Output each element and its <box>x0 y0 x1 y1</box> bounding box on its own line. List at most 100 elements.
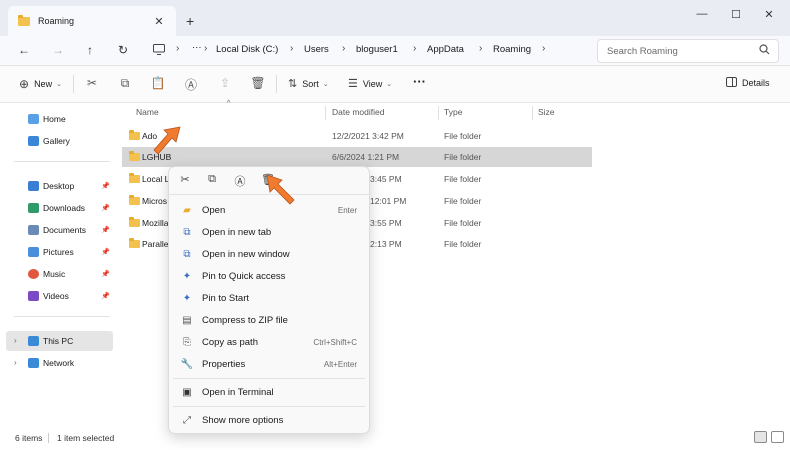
forward-button[interactable]: → <box>50 43 66 57</box>
file-explorer-window: Roaming ✕ + — ☐ ✕ ← → ↑ ↻ › ··· › Local … <box>0 0 790 450</box>
maximize-button[interactable]: ☐ <box>726 8 746 21</box>
file-date: 12/2/2021 3:42 PM <box>332 131 404 141</box>
breadcrumb-separator: › <box>342 43 346 54</box>
close-window-button[interactable]: ✕ <box>759 8 779 21</box>
menu-item-label: Open in new window <box>202 249 290 260</box>
delete-icon[interactable]: 🗑 <box>250 76 266 90</box>
properties-icon: 🔧 <box>180 359 194 370</box>
new-button[interactable]: ⊕ New ⌄ <box>19 77 62 91</box>
menu-item-compress-zip[interactable]: ▤ Compress to ZIP file <box>173 310 365 331</box>
chevron-down-icon: ⌄ <box>322 80 329 88</box>
pin-icon: ✦ <box>182 271 192 282</box>
column-header-date[interactable]: Date modified <box>332 107 384 117</box>
breadcrumb-roaming[interactable]: Roaming <box>493 44 531 55</box>
pin-icon: 📌 <box>101 205 110 212</box>
breadcrumb-more[interactable]: ··· <box>192 42 202 53</box>
sidebar-item-pictures[interactable]: Pictures 📌 <box>28 242 114 262</box>
menu-item-open-new-window[interactable]: ⧉ Open in new window <box>173 244 365 265</box>
view-icon: ☰ <box>348 78 358 90</box>
table-row[interactable]: LGHUB 6/6/2024 1:21 PM File folder <box>122 147 592 167</box>
file-date: 6/6/2024 1:21 PM <box>332 152 400 162</box>
column-header-name[interactable]: Name <box>136 107 159 117</box>
column-header-type[interactable]: Type <box>444 107 462 117</box>
menu-item-shortcut: Ctrl+Shift+C <box>313 338 357 347</box>
share-icon[interactable]: ⇪ <box>217 76 233 90</box>
file-type: File folder <box>444 174 482 184</box>
up-button[interactable]: ↑ <box>82 43 98 57</box>
menu-item-properties[interactable]: 🔧 Properties Alt+Enter <box>173 354 365 375</box>
close-tab-icon[interactable]: ✕ <box>152 15 166 28</box>
sidebar-item-network[interactable]: › Network <box>6 353 120 373</box>
file-name: Local L <box>142 174 170 184</box>
tiles-view-icon[interactable] <box>771 431 784 443</box>
table-row[interactable]: Ado 12/2/2021 3:42 PM File folder <box>122 126 592 146</box>
copy-icon[interactable]: ⧉ <box>203 173 221 186</box>
breadcrumb-separator: › <box>204 43 208 54</box>
network-icon <box>28 358 39 368</box>
show-more-icon: ⤢ <box>183 415 191 426</box>
rename-icon[interactable]: Ⓐ <box>231 173 249 189</box>
menu-item-pin-start[interactable]: ✦ Pin to Start <box>173 288 365 309</box>
details-button[interactable]: Details <box>726 77 770 89</box>
details-view-icon[interactable] <box>754 431 767 443</box>
breadcrumb-users[interactable]: Users <box>304 44 329 55</box>
menu-item-copy-path[interactable]: ⎘ Copy as path Ctrl+Shift+C <box>173 332 365 353</box>
back-button[interactable]: ← <box>16 43 32 57</box>
cut-icon[interactable]: ✂ <box>84 76 100 90</box>
sidebar-item-desktop[interactable]: Desktop 📌 <box>28 176 114 196</box>
sidebar-item-label: Videos <box>43 291 69 301</box>
breadcrumb-separator: › <box>479 43 483 54</box>
sort-button[interactable]: ⇅ Sort ⌄ <box>288 77 329 90</box>
copy-icon[interactable]: ⧉ <box>117 76 133 91</box>
paste-icon[interactable]: 📋 <box>150 76 166 90</box>
folder-icon <box>129 173 140 183</box>
chevron-down-icon: ⌄ <box>386 80 393 88</box>
sidebar-item-downloads[interactable]: Downloads 📌 <box>28 198 114 218</box>
cut-icon[interactable]: ✂ <box>176 173 194 186</box>
search-input[interactable]: Search Roaming <box>597 39 779 63</box>
column-divider[interactable] <box>532 106 533 120</box>
column-divider[interactable] <box>438 106 439 120</box>
monitor-icon[interactable] <box>151 44 167 58</box>
sort-label: Sort <box>302 78 319 89</box>
pin-icon: 📌 <box>101 183 110 190</box>
refresh-button[interactable]: ↻ <box>115 43 131 57</box>
breadcrumb-local-disk[interactable]: Local Disk (C:) <box>216 44 278 55</box>
menu-item-label: Open in Terminal <box>202 387 274 398</box>
folder-icon <box>129 151 140 161</box>
sidebar-item-label: Network <box>43 358 75 368</box>
pin-icon: 📌 <box>101 271 110 278</box>
new-tab-button[interactable]: + <box>186 13 194 29</box>
tab-title: Roaming <box>38 16 75 26</box>
rename-icon[interactable]: Ⓐ <box>183 76 199 93</box>
tab-roaming[interactable]: Roaming ✕ <box>8 6 176 36</box>
sidebar-item-videos[interactable]: Videos 📌 <box>28 286 114 306</box>
minimize-button[interactable]: — <box>692 8 712 20</box>
divider <box>48 433 49 443</box>
title-bar: Roaming ✕ + — ☐ ✕ <box>0 0 790 36</box>
breadcrumb-separator: › <box>413 43 417 54</box>
divider <box>14 161 110 162</box>
view-button[interactable]: ☰ View ⌄ <box>348 77 392 90</box>
file-name: Micros <box>142 196 168 206</box>
column-divider[interactable] <box>325 106 326 120</box>
column-header-size[interactable]: Size <box>538 107 555 117</box>
menu-item-pin-quick-access[interactable]: ✦ Pin to Quick access <box>173 266 365 287</box>
menu-item-open-terminal[interactable]: ▣ Open in Terminal <box>173 382 365 403</box>
sidebar-item-this-pc[interactable]: › This PC <box>6 331 113 351</box>
terminal-icon: ▣ <box>182 387 192 398</box>
file-type: File folder <box>444 152 482 162</box>
menu-item-show-more-options[interactable]: ⤢ Show more options <box>173 410 365 431</box>
breadcrumb-appdata[interactable]: AppData <box>427 44 464 55</box>
file-date: 3:55 PM <box>370 218 402 228</box>
this-pc-icon <box>28 336 39 346</box>
breadcrumb-bloguser1[interactable]: bloguser1 <box>356 44 398 55</box>
folder-icon <box>129 130 140 140</box>
menu-item-shortcut: Enter <box>337 206 357 215</box>
sidebar-item-music[interactable]: Music 📌 <box>28 264 114 284</box>
sidebar-item-documents[interactable]: Documents 📌 <box>28 220 114 240</box>
sidebar-item-label: Home <box>43 114 66 124</box>
menu-item-open-new-tab[interactable]: ⧉ Open in new tab <box>173 222 365 243</box>
more-options-button[interactable]: ··· <box>413 74 426 89</box>
sidebar-item-label: Downloads <box>43 203 86 213</box>
